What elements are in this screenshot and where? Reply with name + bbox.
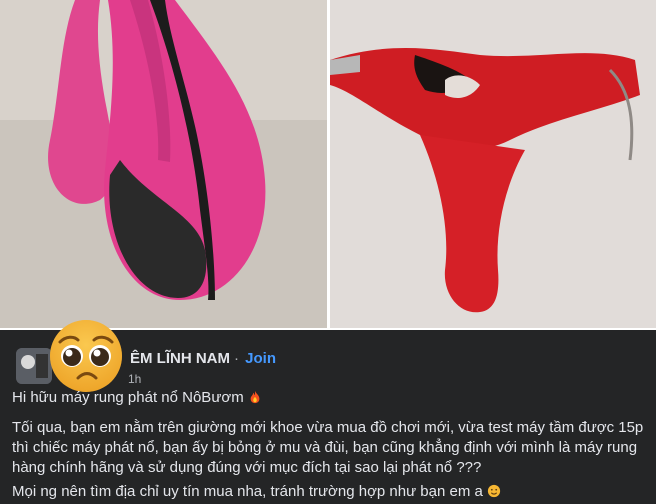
smile-emoji [487, 484, 501, 498]
post-time[interactable]: 1h [128, 372, 141, 386]
fire-icon [250, 390, 260, 404]
post-paragraph-2: Mọi ng nên tìm địa chỉ uy tín mua nha, t… [12, 482, 644, 502]
separator-dot: · [234, 350, 239, 367]
post-title-line: Hi hữu máy rung phát nổ NôBươm [12, 388, 644, 408]
facebook-post: ÊM LĨNH NAM · Join 1h Hi hữu máy rung phá… [0, 320, 656, 504]
photo-burned-lingerie[interactable] [330, 0, 656, 328]
post-title-text: Hi hữu máy rung phát nổ NôBươm [12, 389, 244, 406]
group-name-row: ÊM LĨNH NAM · Join [130, 350, 276, 367]
group-name[interactable]: ÊM LĨNH NAM [130, 350, 230, 367]
photo-damaged-device[interactable] [0, 0, 327, 328]
pleading-face-emoji [50, 320, 122, 392]
post-meta: 1h [128, 372, 141, 386]
burned-lingerie-illustration [330, 0, 656, 328]
post-paragraph-2-text: Mọi ng nên tìm địa chỉ uy tín mua nha, t… [12, 483, 483, 500]
post-paragraph-1: Tối qua, bạn em nằm trên giường mới khoe… [12, 419, 644, 476]
post-photo-grid [0, 0, 656, 330]
post-header: ÊM LĨNH NAM · Join 1h [12, 320, 642, 392]
damaged-device-illustration [0, 0, 327, 328]
join-link[interactable]: Join [245, 350, 276, 367]
